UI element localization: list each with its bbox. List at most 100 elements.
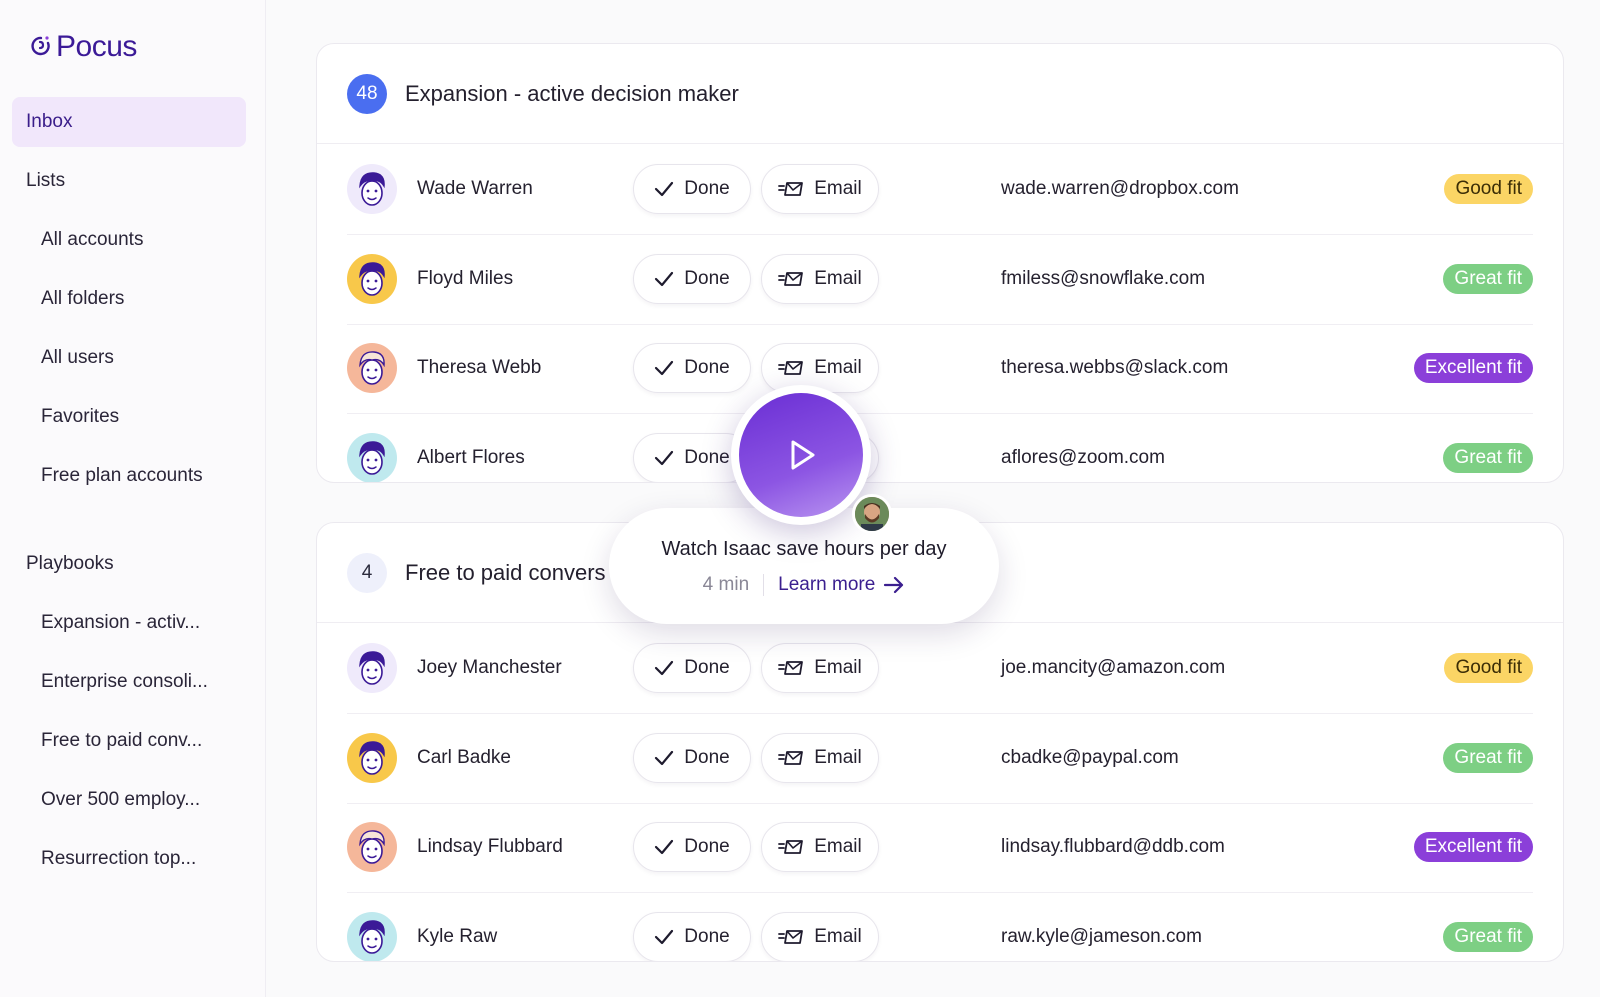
email-label: Email [814,178,862,199]
video-promo-card[interactable]: Watch Isaac save hours per day 4 min Lea… [609,508,999,624]
sidebar-item-all-users[interactable]: All users [12,333,246,383]
table-row[interactable]: Carl Badke Done Email cbadke@paypal.com Grea… [347,713,1533,804]
person-name[interactable]: Joey Manchester [417,657,562,679]
avatar [347,912,397,961]
sidebar-item-label: Free plan accounts [41,465,203,486]
arrow-right-icon [884,576,904,594]
done-button[interactable]: Done [633,343,751,393]
avatar [347,433,397,482]
table-row[interactable]: Floyd Miles Done Email fmiless@snowflake.co… [347,234,1533,325]
sidebar-heading-label: Playbooks [26,553,114,574]
done-button[interactable]: Done [633,643,751,693]
avatar-illustration-icon [359,172,385,206]
playbook-card-expansion: 48 Expansion - active decision maker Wad… [316,43,1564,483]
done-label: Done [684,657,730,678]
sidebar-item-playbook-free-to-paid[interactable]: Free to paid conv... [12,716,246,766]
email-send-icon [778,182,804,196]
sidebar-item-playbook-resurrection[interactable]: Resurrection top... [12,834,246,884]
avatar [347,343,397,393]
done-label: Done [684,447,730,468]
table-row[interactable]: Theresa Webb Done Email theresa.webbs@slack… [347,323,1533,414]
sidebar-item-label: All users [41,347,114,368]
person-name[interactable]: Floyd Miles [417,268,513,290]
sidebar-item-playbook-expansion[interactable]: Expansion - activ... [12,598,246,648]
person-name[interactable]: Carl Badke [417,747,511,769]
email-button[interactable]: Email [761,732,879,783]
done-button[interactable]: Done [633,822,751,872]
sidebar-item-playbook-over-500[interactable]: Over 500 employ... [12,775,246,825]
email-button[interactable]: Email [761,912,879,961]
done-button[interactable]: Done [633,164,751,214]
avatar [347,164,397,214]
card-title[interactable]: Expansion - active decision maker [405,81,739,107]
sidebar-item-all-accounts[interactable]: All accounts [12,215,246,265]
email-button[interactable]: Email [761,643,879,693]
person-name[interactable]: Kyle Raw [417,926,497,948]
done-label: Done [684,926,730,947]
sidebar-item-all-folders[interactable]: All folders [12,274,246,324]
sidebar-item-label: Favorites [41,406,120,427]
table-row[interactable]: Kyle Raw Done Email raw.kyle@jameson.com Gre… [347,892,1533,961]
done-label: Done [684,746,730,768]
learn-more-link[interactable]: Learn more [778,574,905,596]
email-send-icon [778,361,804,375]
email-address: joe.mancity@amazon.com [1001,657,1226,678]
done-button[interactable]: Done [633,732,751,783]
done-label: Done [684,357,730,378]
email-address: fmiless@snowflake.com [1001,267,1206,289]
video-play-button[interactable] [731,385,871,525]
sidebar-item-label: Inbox [26,111,73,132]
avatar [347,643,397,693]
sidebar-item-label: Over 500 employ... [41,789,201,810]
table-row[interactable]: Lindsay Flubbard Done Email lindsay.flubbar… [347,802,1533,893]
sidebar-heading-lists[interactable]: Lists [12,156,246,206]
done-button[interactable]: Done [633,253,751,304]
logo[interactable]: Pocus [30,30,137,64]
avatar-illustration-icon [359,261,385,296]
video-title: Watch Isaac save hours per day [661,538,947,560]
logo-text: Pocus [56,30,137,63]
fit-badge: Great fit [1443,742,1533,773]
checkmark-icon [655,750,674,765]
done-label: Done [684,178,730,199]
table-row[interactable]: Joey Manchester Done Email joe.mancity@amaz… [347,623,1533,714]
done-label: Done [684,267,730,289]
email-address: aflores@zoom.com [1001,447,1165,468]
email-send-icon [778,750,804,765]
avatar [347,253,397,304]
pocus-logo-icon [31,36,50,56]
sidebar-item-label: All folders [41,288,125,309]
video-duration: 4 min [702,574,750,595]
sidebar-item-inbox[interactable]: Inbox [12,97,246,147]
person-name[interactable]: Wade Warren [417,178,533,200]
done-button[interactable]: Done [633,912,751,961]
sidebar-item-favorites[interactable]: Favorites [12,392,246,442]
fit-badge: Good fit [1444,174,1533,204]
done-label: Done [684,836,730,857]
card-title[interactable]: Free to paid convers [405,560,606,586]
email-send-icon [778,840,804,854]
sidebar-item-label: Enterprise consoli... [41,671,208,692]
email-button[interactable]: Email [761,822,879,872]
avatar-illustration-icon [359,651,385,685]
person-name[interactable]: Lindsay Flubbard [417,836,563,858]
table-row[interactable]: Wade Warren Done Email wade.warren@dropbox.… [347,144,1533,235]
sidebar-item-free-plan-accounts[interactable]: Free plan accounts [12,451,246,501]
email-address: theresa.webbs@slack.com [1001,357,1229,378]
person-name[interactable]: Albert Flores [417,447,525,469]
sidebar-item-playbook-enterprise[interactable]: Enterprise consoli... [12,657,246,707]
count-badge: 4 [347,552,387,593]
email-button[interactable]: Email [761,253,879,304]
play-button-fill [739,393,863,517]
checkmark-icon [655,660,674,676]
table-row[interactable]: Albert FloresDoneEmailaflores@zoom.comGr… [347,413,1533,482]
person-name[interactable]: Theresa Webb [417,357,541,379]
email-send-icon [778,271,804,286]
email-button[interactable]: Email [761,343,879,393]
sidebar-heading-playbooks[interactable]: Playbooks [12,539,246,589]
divider [763,574,765,596]
learn-more-label: Learn more [778,574,876,595]
checkmark-icon [655,839,674,855]
email-send-icon [778,930,804,944]
email-button[interactable]: Email [761,164,879,214]
